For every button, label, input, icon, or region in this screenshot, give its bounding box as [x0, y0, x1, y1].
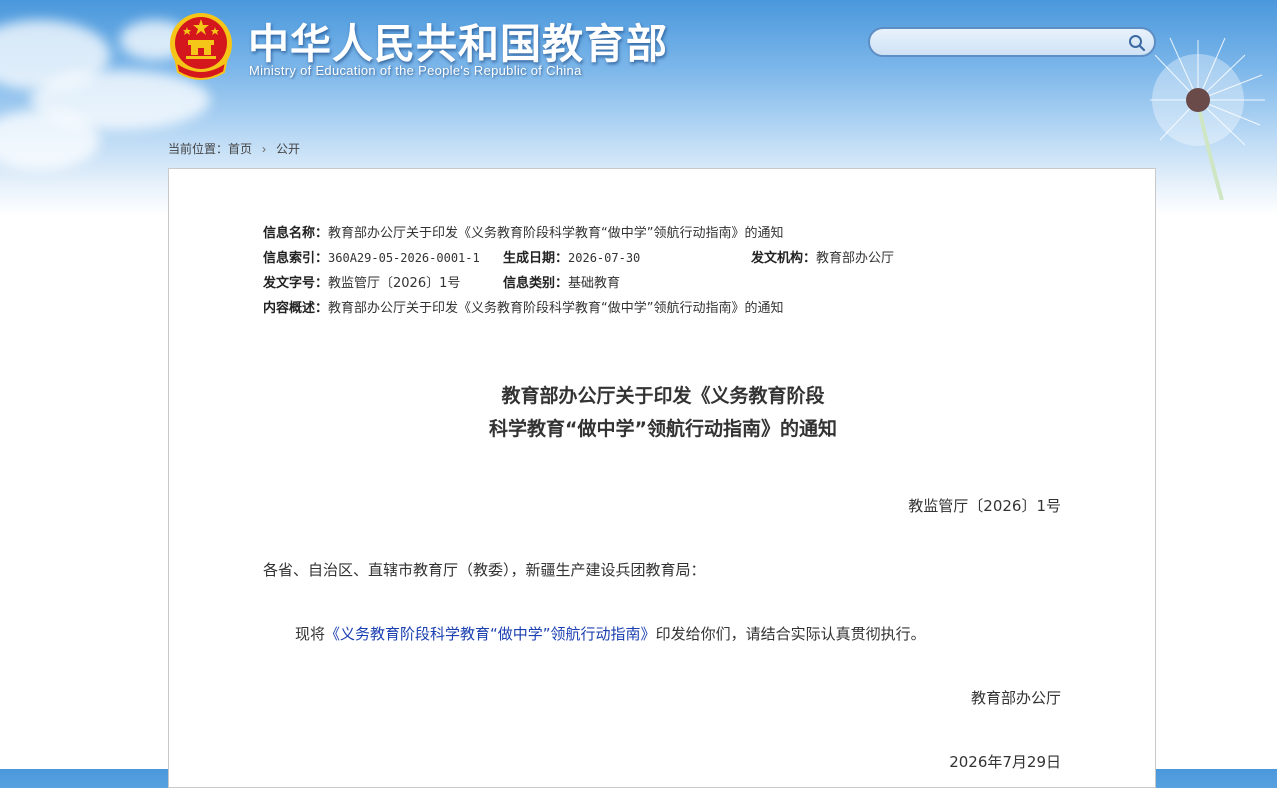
article-title-line-2: 科学教育“做中学”领航行动指南》的通知	[489, 418, 837, 440]
meta-summary-value: 教育部办公厅关于印发《义务教育阶段科学教育“做中学”领航行动指南》的通知	[328, 301, 784, 316]
article-signature: 教育部办公厅	[970, 689, 1061, 707]
breadcrumb-public-link[interactable]: 公开	[276, 140, 300, 157]
search-box	[868, 27, 1156, 57]
meta-docno-value: 教监管厅〔2026〕1号	[328, 276, 461, 291]
breadcrumb: 当前位置：首页 › 公开	[168, 140, 300, 157]
meta-category-value: 基础教育	[568, 276, 621, 291]
meta-category-label: 信息类别：	[503, 276, 569, 291]
meta-index-label: 信息索引：	[263, 251, 329, 266]
meta-row-org: 发文机构：教育部办公厅	[751, 247, 894, 266]
meta-row-docno: 发文字号：教监管厅〔2026〕1号	[263, 272, 460, 291]
site-subtitle[interactable]: Ministry of Education of the People's Re…	[249, 63, 582, 78]
breadcrumb-home-link[interactable]: 首页	[228, 140, 252, 157]
meta-row-category: 信息类别：基础教育	[503, 272, 620, 291]
body-prefix: 现将	[295, 625, 326, 643]
article-body-paragraph: 现将《义务教育阶段科学教育“做中学”领航行动指南》印发给你们，请结合实际认真贯彻…	[295, 623, 926, 644]
meta-summary-label: 内容概述：	[263, 301, 329, 316]
search-input[interactable]	[882, 33, 1126, 55]
article-title-line-1: 教育部办公厅关于印发《义务教育阶段	[501, 385, 825, 407]
article-title: 教育部办公厅关于印发《义务教育阶段 科学教育“做中学”领航行动指南》的通知	[169, 380, 1157, 446]
meta-date-value: 2026-07-30	[568, 251, 641, 265]
search-icon[interactable]	[1128, 34, 1146, 52]
dandelion-decoration	[1150, 37, 1265, 200]
meta-row-summary: 内容概述：教育部办公厅关于印发《义务教育阶段科学教育“做中学”领航行动指南》的通…	[263, 297, 784, 316]
meta-date-label: 生成日期：	[503, 251, 569, 266]
content-panel: 信息名称：教育部办公厅关于印发《义务教育阶段科学教育“做中学”领航行动指南》的通…	[168, 168, 1156, 788]
meta-row-name: 信息名称：教育部办公厅关于印发《义务教育阶段科学教育“做中学”领航行动指南》的通…	[263, 222, 784, 241]
site-title[interactable]: 中华人民共和国教育部	[248, 10, 668, 70]
meta-row-date: 生成日期：2026-07-30	[503, 247, 640, 266]
meta-docno-label: 发文字号：	[263, 276, 329, 291]
meta-org-value: 教育部办公厅	[816, 251, 895, 266]
meta-name-label: 信息名称：	[263, 226, 329, 241]
meta-index-value: 360A29-05-2026-0001-1	[328, 251, 480, 265]
chevron-right-icon: ›	[262, 142, 267, 156]
meta-org-label: 发文机构：	[751, 251, 817, 266]
article-addressee: 各省、自治区、直辖市教育厅（教委），新疆生产建设兵团教育局：	[263, 561, 706, 579]
breadcrumb-label: 当前位置：	[168, 142, 229, 156]
body-suffix: 印发给你们，请结合实际认真贯彻执行。	[655, 625, 926, 643]
meta-name-value: 教育部办公厅关于印发《义务教育阶段科学教育“做中学”领航行动指南》的通知	[328, 226, 784, 241]
article-doc-number: 教监管厅〔2026〕1号	[908, 497, 1061, 515]
national-emblem-icon[interactable]	[168, 10, 234, 82]
guideline-attachment-link[interactable]: 《义务教育阶段科学教育“做中学”领航行动指南》	[325, 625, 656, 643]
meta-row-index: 信息索引：360A29-05-2026-0001-1	[263, 247, 480, 266]
